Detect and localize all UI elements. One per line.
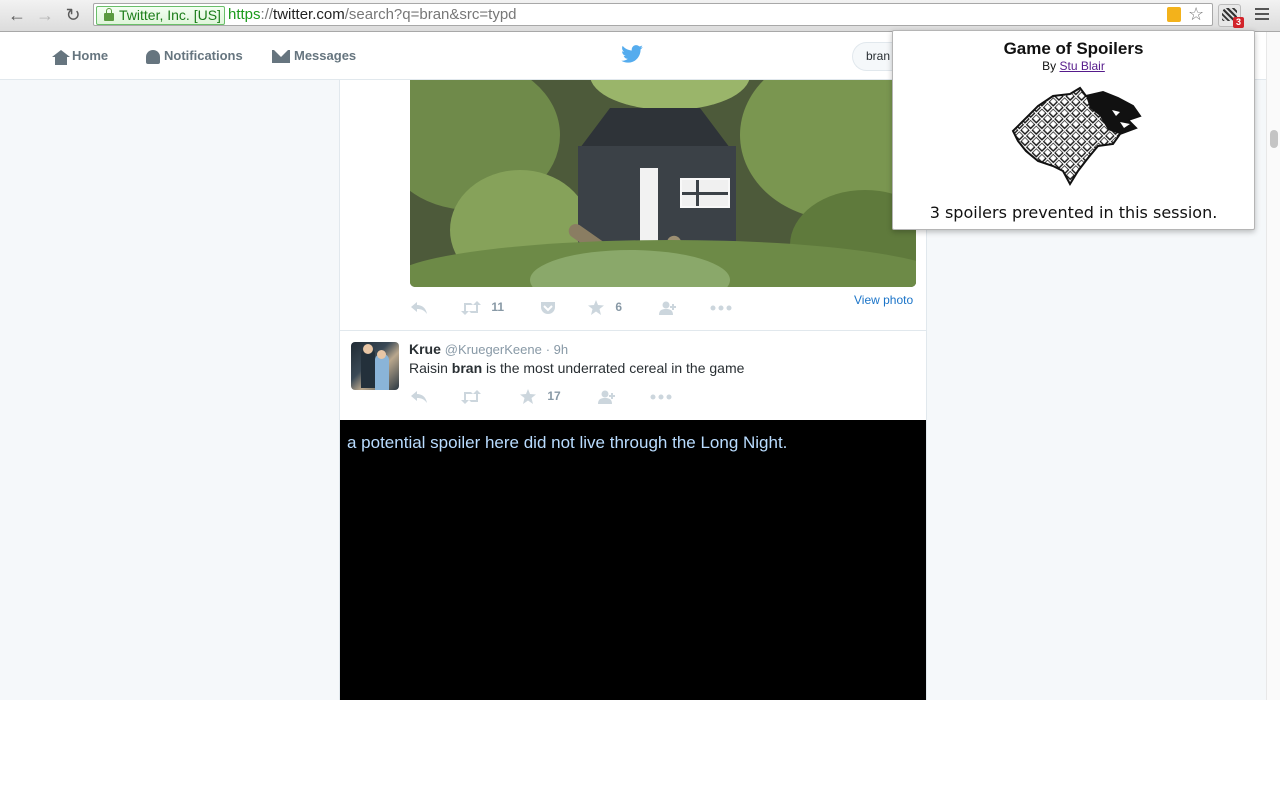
more-icon[interactable] — [650, 386, 672, 406]
url-text[interactable]: https://twitter.com/search?q=bran&src=ty… — [228, 4, 517, 25]
nav-messages[interactable]: Messages — [272, 32, 356, 79]
nav-notifications[interactable]: Notifications — [146, 32, 243, 79]
retweet-count: 11 — [491, 300, 505, 314]
tweet-author-name[interactable]: Krue — [409, 341, 441, 357]
url-path: /search?q=bran&src=typd — [344, 6, 517, 23]
popup-title: Game of Spoilers — [1003, 39, 1144, 58]
reply-icon[interactable] — [410, 297, 428, 317]
scrollbar[interactable] — [1266, 32, 1280, 700]
extension-lock-icon[interactable] — [1167, 7, 1181, 22]
retweet-icon — [461, 300, 481, 315]
tweet-author-handle[interactable]: @KruegerKeene — [445, 342, 542, 357]
spoiler-blocker[interactable]: a potential spoiler here did not live th… — [340, 420, 926, 700]
follow-icon[interactable] — [657, 297, 677, 317]
more-icon[interactable] — [710, 297, 732, 317]
tweet-actions: 17 — [410, 386, 710, 406]
star-icon — [588, 300, 604, 316]
twitter-bird-icon[interactable] — [621, 45, 643, 63]
author-link[interactable]: Stu Blair — [1059, 59, 1104, 73]
tweet-text-part: Raisin — [409, 360, 452, 376]
nav-notifications-label: Notifications — [164, 48, 243, 63]
tweet-header: Krue @KruegerKeene · 9h — [409, 341, 568, 357]
lock-icon — [104, 8, 114, 21]
ev-label: Twitter, Inc. [US] — [119, 7, 221, 23]
extension-badge: 3 — [1233, 17, 1244, 28]
nav-home[interactable]: Home — [52, 32, 108, 79]
spoiler-count-status: 3 spoilers prevented in this session. — [929, 203, 1218, 222]
tweet-text-highlight: bran — [451, 360, 483, 376]
tweet-stream: 11 6 View photo Krue @KruegerKeene · 9h … — [339, 80, 927, 700]
back-arrow-icon[interactable]: ← — [6, 4, 28, 26]
forward-arrow-icon[interactable]: → — [34, 4, 56, 26]
browser-toolbar: ← → ↻ Twitter, Inc. [US] https://twitter… — [0, 0, 1280, 32]
address-bar[interactable]: Twitter, Inc. [US] https://twitter.com/s… — [93, 3, 1213, 26]
ev-certificate-badge[interactable]: Twitter, Inc. [US] — [96, 6, 225, 25]
url-separator: :// — [260, 6, 274, 23]
like-button[interactable]: 17 — [520, 386, 561, 406]
bookmark-star-icon[interactable]: ☆ — [1188, 4, 1204, 25]
nav-home-label: Home — [72, 48, 109, 63]
tweet[interactable]: Krue @KruegerKeene · 9h Raisin bran is t… — [340, 331, 926, 420]
home-icon — [52, 49, 70, 65]
tweet-photo[interactable] — [410, 80, 916, 287]
direwolf-sigil-icon — [1011, 86, 1142, 186]
url-scheme: https — [228, 6, 261, 23]
bell-icon — [146, 49, 160, 64]
extension-popup: Game of Spoilers By Stu Blair 3 spoilers… — [892, 30, 1255, 230]
url-host: twitter.com — [273, 6, 345, 23]
blank-area — [0, 700, 1280, 800]
tweet-timestamp[interactable]: · 9h — [546, 342, 568, 357]
like-count: 17 — [547, 389, 561, 403]
popup-byline: By Stu Blair — [893, 59, 1254, 73]
envelope-icon — [272, 50, 290, 64]
like-count: 6 — [615, 300, 623, 314]
tweet-text-part: is the most underrated cereal in the gam… — [482, 360, 745, 376]
view-photo-link[interactable]: View photo — [854, 293, 913, 307]
like-button[interactable]: 6 — [588, 297, 622, 317]
retweet-button[interactable]: 11 — [460, 297, 504, 317]
byline-prefix: By — [1042, 59, 1060, 73]
scrollbar-thumb[interactable] — [1270, 130, 1278, 148]
tweet-text: Raisin bran is the most underrated cerea… — [409, 360, 744, 376]
chrome-menu-icon[interactable] — [1255, 8, 1269, 22]
pocket-icon[interactable] — [540, 297, 556, 317]
nav-messages-label: Messages — [294, 48, 357, 63]
avatar[interactable] — [351, 342, 399, 390]
reply-icon[interactable] — [410, 386, 428, 406]
spoiler-message: a potential spoiler here did not live th… — [347, 433, 788, 452]
star-icon — [520, 389, 536, 405]
tweet-actions: 11 6 — [410, 297, 850, 317]
reload-icon[interactable]: ↻ — [62, 4, 84, 26]
follow-icon[interactable] — [596, 386, 616, 406]
retweet-icon[interactable] — [460, 386, 482, 406]
